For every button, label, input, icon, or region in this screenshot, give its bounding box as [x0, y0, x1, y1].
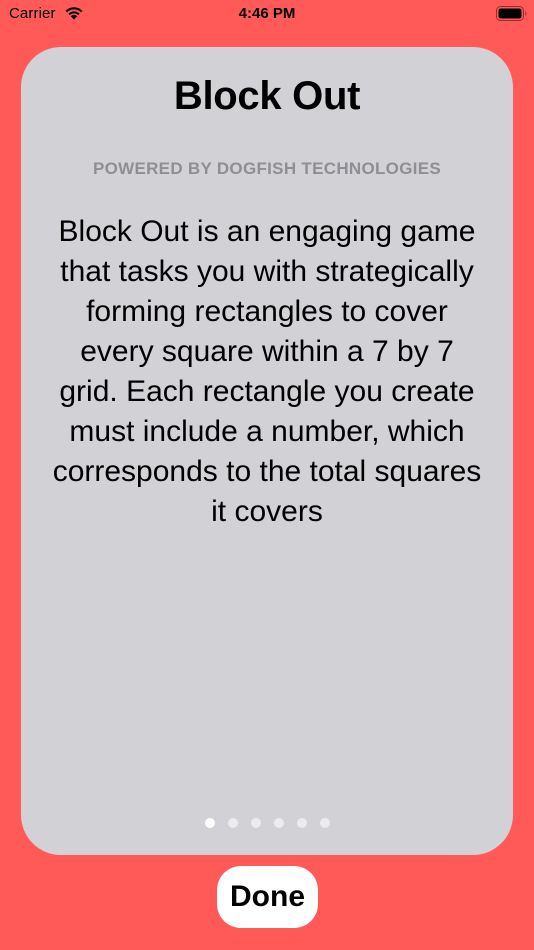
subtitle: POWERED BY DOGFISH TECHNOLOGIES [92, 159, 442, 178]
page-dot-1[interactable] [204, 818, 215, 828]
done-button[interactable]: Done [217, 866, 318, 928]
page-dot-6[interactable] [319, 818, 330, 828]
page-title: Block Out [173, 74, 361, 118]
page-dot-5[interactable] [296, 818, 307, 828]
page-dot-4[interactable] [273, 818, 284, 828]
page-dot-2[interactable] [227, 818, 238, 828]
battery-icon [496, 6, 527, 21]
status-bar: Carrier 4:46 PM [0, 0, 534, 30]
page-dot-3[interactable] [250, 818, 261, 828]
page-indicator[interactable] [0, 818, 534, 830]
status-time: 4:46 PM [238, 5, 296, 22]
description-text: Block Out is an engaging game that tasks… [52, 215, 482, 528]
